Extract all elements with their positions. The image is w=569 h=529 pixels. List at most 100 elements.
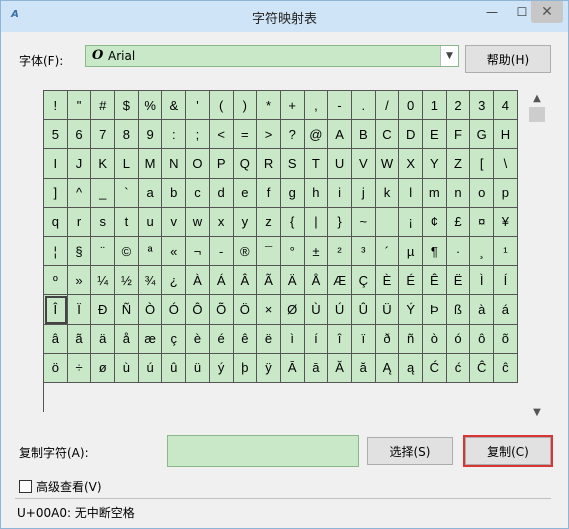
char-cell[interactable]: - [209, 236, 234, 267]
char-cell[interactable]: å [115, 324, 139, 354]
char-cell[interactable]: F [446, 120, 471, 150]
char-cell[interactable]: Ç [351, 266, 376, 296]
char-cell[interactable]: [ [470, 149, 495, 179]
char-cell[interactable]: , [304, 91, 329, 121]
minimize-button[interactable]: — [477, 1, 507, 23]
close-button[interactable]: ✕ [531, 1, 563, 23]
grid-scrollbar[interactable]: ▲ ▼ [527, 90, 547, 420]
char-cell[interactable]: é [209, 324, 234, 354]
char-cell[interactable]: Ą [375, 353, 400, 383]
select-button[interactable]: 选择(S) [367, 437, 453, 465]
char-cell[interactable]: X [399, 149, 423, 179]
char-cell[interactable]: 9 [138, 120, 163, 150]
char-cell[interactable]: " [67, 91, 92, 121]
char-cell[interactable]: ¥ [494, 207, 518, 237]
char-cell[interactable]: µ [399, 236, 423, 267]
char-cell[interactable]: Ã [257, 266, 281, 296]
char-cell[interactable]: ą [399, 353, 423, 383]
char-cell[interactable]: ¤ [470, 207, 495, 237]
char-cell[interactable]: i [328, 178, 352, 208]
copy-chars-input[interactable] [167, 435, 359, 467]
char-cell[interactable]: c [186, 178, 210, 208]
char-cell[interactable]: P [209, 149, 234, 179]
char-cell[interactable]: \ [494, 149, 518, 179]
char-cell[interactable]: 0 [399, 91, 423, 121]
char-cell[interactable]: ª [138, 236, 163, 267]
char-cell[interactable]: ç [162, 324, 187, 354]
char-cell[interactable]: N [162, 149, 187, 179]
char-cell[interactable]: ¶ [423, 236, 447, 267]
char-cell[interactable]: ; [186, 120, 210, 150]
char-cell[interactable]: d [209, 178, 234, 208]
char-cell[interactable]: Z [446, 149, 471, 179]
char-cell[interactable]: ½ [115, 266, 139, 296]
char-cell[interactable]: æ [138, 324, 163, 354]
char-cell[interactable]: j [351, 178, 376, 208]
char-cell[interactable]: / [375, 91, 400, 121]
char-cell[interactable]: î [328, 324, 352, 354]
char-cell[interactable]: ã [67, 324, 92, 354]
char-cell[interactable]: 5 [44, 120, 68, 150]
char-cell[interactable]: É [399, 266, 423, 296]
char-cell[interactable]: « [162, 236, 187, 267]
char-cell[interactable]: $ [115, 91, 139, 121]
char-cell[interactable]: 6 [67, 120, 92, 150]
char-cell[interactable]: h [304, 178, 329, 208]
char-cell[interactable]: 7 [91, 120, 116, 150]
char-cell[interactable]: ă [351, 353, 376, 383]
char-cell[interactable]: D [399, 120, 423, 150]
char-cell[interactable]: 3 [470, 91, 495, 121]
help-button[interactable]: 帮助(H) [465, 45, 551, 73]
char-cell[interactable]: o [470, 178, 495, 208]
char-cell[interactable]: ñ [399, 324, 423, 354]
char-cell[interactable]: w [186, 207, 210, 237]
char-cell[interactable]: ³ [351, 236, 376, 267]
char-cell[interactable]: V [351, 149, 376, 179]
char-cell[interactable]: ā [304, 353, 329, 383]
char-cell[interactable]: Õ [209, 295, 234, 325]
char-cell[interactable]: | [304, 207, 329, 237]
char-cell[interactable]: 4 [494, 91, 518, 121]
char-cell[interactable]: Ö [233, 295, 258, 325]
char-cell[interactable]: { [280, 207, 305, 237]
char-cell[interactable]: K [91, 149, 116, 179]
char-cell[interactable]: ¸ [470, 236, 495, 267]
char-cell[interactable]: > [257, 120, 281, 150]
char-cell[interactable]: U [328, 149, 352, 179]
char-cell[interactable]: e [233, 178, 258, 208]
char-cell[interactable]: è [186, 324, 210, 354]
char-cell[interactable]: Ć [423, 353, 447, 383]
char-cell[interactable]: z [257, 207, 281, 237]
char-cell[interactable]: : [162, 120, 187, 150]
char-cell[interactable]: ĉ [494, 353, 518, 383]
char-cell[interactable]: Ñ [115, 295, 139, 325]
char-cell[interactable]: * [257, 91, 281, 121]
char-cell[interactable]: Î [44, 295, 68, 325]
char-cell[interactable]: ² [328, 236, 352, 267]
char-cell[interactable]: ø [91, 353, 116, 383]
char-cell[interactable]: @ [304, 120, 329, 150]
char-cell[interactable]: b [162, 178, 187, 208]
char-cell[interactable]: x [209, 207, 234, 237]
char-cell[interactable]: Â [233, 266, 258, 296]
char-cell[interactable]: á [494, 295, 518, 325]
char-cell[interactable]: R [257, 149, 281, 179]
char-cell[interactable]: C [375, 120, 400, 150]
char-cell[interactable]: 1 [423, 91, 447, 121]
char-cell[interactable]: Y [423, 149, 447, 179]
char-cell[interactable]: ¬ [186, 236, 210, 267]
char-cell[interactable]: ê [233, 324, 258, 354]
char-cell[interactable]: O [186, 149, 210, 179]
char-cell[interactable]: ¯ [257, 236, 281, 267]
char-cell[interactable]: þ [233, 353, 258, 383]
char-cell[interactable]: ® [233, 236, 258, 267]
char-cell[interactable]: Ý [399, 295, 423, 325]
char-cell[interactable]: ^ [67, 178, 92, 208]
char-cell[interactable]: B [351, 120, 376, 150]
char-cell[interactable]: Æ [328, 266, 352, 296]
char-cell[interactable]: Ð [91, 295, 116, 325]
char-cell[interactable]: ¿ [162, 266, 187, 296]
char-cell[interactable]: ~ [351, 207, 376, 237]
char-cell[interactable]: Ă [328, 353, 352, 383]
char-cell[interactable]: G [470, 120, 495, 150]
